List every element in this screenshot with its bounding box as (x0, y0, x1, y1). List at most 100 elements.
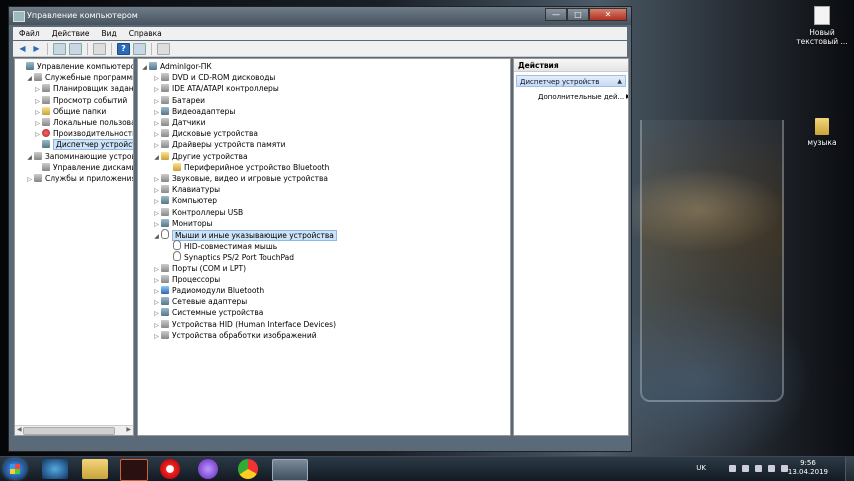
tool-device-icon (161, 129, 169, 138)
help-icon[interactable]: ? (117, 42, 130, 55)
device-tree-item[interactable]: ▷ Компьютер (153, 195, 217, 206)
device-tree-item[interactable]: ▷ Устройства HID (Human Interface Devices… (153, 319, 336, 330)
scroll-right-arrow-icon[interactable]: ▶ (126, 426, 131, 433)
console-tree-item[interactable]: Диспетчер устройств (34, 139, 133, 151)
comp-device-icon (149, 62, 157, 70)
scrollbar-thumb[interactable] (23, 427, 115, 435)
console-tree-item[interactable]: ◢ Запоминающие устройст (26, 151, 133, 163)
volume-icon[interactable] (755, 465, 762, 472)
music-folder-label: музыка (807, 138, 837, 147)
device-tree-item[interactable]: ▷ Контроллеры USB (153, 207, 243, 218)
device-tree-item[interactable]: ▷ Мониторы (153, 218, 212, 229)
console-tree-label: Запоминающие устройст (45, 151, 133, 161)
device-tree-item[interactable]: ▷ DVD и CD-ROM дисководы (153, 72, 275, 83)
console-tree-item[interactable]: Управление компьютером (л (18, 61, 133, 72)
up-folder-icon[interactable] (53, 42, 66, 55)
expand-arrow-icon[interactable]: ◢ (26, 152, 33, 163)
device-tree-item[interactable]: ▷ Сетевые адаптеры (153, 296, 247, 307)
console-tree-item[interactable]: ▷Планировщик заданий (34, 83, 134, 94)
console-tree-item[interactable]: ▷ Службы и приложения (26, 173, 133, 185)
device-tree-item[interactable]: ▷ Устройства обработки изображений (153, 330, 317, 341)
close-button[interactable]: ✕ (589, 8, 627, 21)
device-tree-item[interactable]: ▷ Порты (COM и LPT) (153, 263, 246, 274)
flag-icon[interactable] (768, 465, 775, 472)
yel-device-icon (42, 106, 50, 115)
device-tree-item[interactable]: ◢ Другие устройства (153, 151, 248, 162)
device-tree-label: Батареи (172, 95, 205, 105)
device-tree-item[interactable]: Synaptics PS/2 Port TouchPad (165, 251, 294, 262)
expand-arrow-icon[interactable]: ◢ (153, 231, 160, 242)
app-icon (13, 11, 25, 22)
desktop-icon-text-file[interactable]: Новый текстовый ... (792, 6, 852, 46)
device-tree-item[interactable]: HID-совместимая мышь (165, 240, 277, 251)
device-tree-label: Мониторы (172, 218, 213, 228)
titlebar[interactable]: Управление компьютером — □ ✕ (9, 7, 631, 25)
device-tree-item[interactable]: ▷ Радиомодули Bluetooth (153, 285, 264, 296)
show-hide-tree-icon[interactable] (69, 42, 82, 55)
app-orange-icon[interactable] (120, 459, 148, 481)
device-tree-item[interactable]: ▷ Драйверы устройств памяти (153, 139, 286, 150)
device-tree-item[interactable]: ▷ Батареи (153, 95, 205, 106)
console-tree-item[interactable]: ▷ Производительность (34, 128, 133, 139)
expand-arrow-icon[interactable]: ▷ (153, 331, 160, 342)
more-actions-item[interactable]: Дополнительные дей... ▶ (538, 93, 628, 101)
tool-device-icon (42, 84, 50, 93)
clock[interactable]: 9:56 13.04.2019 (788, 459, 828, 477)
collapse-arrow-icon[interactable]: ▲ (617, 76, 622, 88)
toolbar-separator (87, 42, 88, 55)
comp-device-icon (42, 140, 50, 149)
device-tree-item[interactable]: ▷ IDE ATA/ATAPI контроллеры (153, 83, 279, 94)
scroll-left-arrow-icon[interactable]: ◀ (17, 426, 22, 433)
console-tree-label: Планировщик заданий (53, 84, 134, 94)
console-tree-item[interactable]: Управление дисками (34, 162, 133, 173)
device-tree-item[interactable]: ▷ Процессоры (153, 274, 220, 285)
menu-view[interactable]: Вид (95, 27, 122, 40)
menu-file[interactable]: Файл (13, 27, 46, 40)
update-driver-icon[interactable] (157, 42, 170, 55)
menu-help[interactable]: Справка (123, 27, 168, 40)
tool-device-icon (34, 73, 42, 82)
console-tree-item[interactable]: ▷ Общие папки (34, 106, 106, 117)
internet-explorer-icon[interactable] (42, 459, 68, 479)
yel-device-icon (161, 151, 169, 160)
device-tree-item[interactable]: ◢ Мыши и иные указывающие устройства (153, 229, 337, 242)
console-tree-item[interactable]: ▷ Просмотр событий (34, 95, 127, 106)
start-button[interactable] (4, 459, 26, 479)
computer-management-taskbar-button[interactable] (272, 459, 308, 481)
device-tree-item[interactable]: ▷ Звуковые, видео и игровые устройства (153, 173, 328, 184)
device-tree-item[interactable]: ▷ Видеоадаптеры (153, 106, 235, 117)
console-tree-item[interactable]: ▷Локальные пользовате (34, 117, 133, 128)
device-tree-label: Процессоры (172, 274, 221, 284)
minimize-button[interactable]: — (545, 8, 567, 21)
explorer-folder-icon[interactable] (82, 459, 108, 479)
device-tree-item[interactable]: ▷ Системные устройства (153, 307, 263, 318)
opera-icon[interactable] (160, 459, 180, 479)
forward-arrow-icon[interactable]: ▶ (31, 44, 42, 54)
back-arrow-icon[interactable]: ◀ (17, 44, 28, 54)
tool-device-icon (161, 73, 169, 82)
device-tree-item[interactable]: ▷ Датчики (153, 117, 206, 128)
device-tree-item[interactable]: ▷ Клавиатуры (153, 184, 220, 195)
console-tree-item[interactable]: ◢ Служебные программы (26, 72, 133, 84)
device-tree-label: Драйверы устройств памяти (172, 140, 286, 150)
expand-arrow-icon[interactable]: ◢ (153, 152, 160, 163)
properties-icon[interactable] (93, 42, 106, 55)
actions-section-device-manager[interactable]: Диспетчер устройств ▲ (516, 75, 626, 87)
desktop-icon-music-folder[interactable]: музыка (792, 118, 852, 147)
language-indicator[interactable]: UK (696, 464, 706, 472)
maximize-button[interactable]: □ (567, 8, 589, 21)
expand-arrow-icon[interactable]: ◢ (141, 62, 148, 73)
scan-hardware-icon[interactable] (133, 42, 146, 55)
device-tree-item[interactable]: Периферийное устройство Bluetooth (165, 162, 329, 173)
left-pane-scrollbar[interactable]: ◀ ▶ (15, 425, 133, 435)
chrome-icon[interactable] (238, 459, 258, 479)
viber-icon[interactable] (198, 459, 218, 479)
device-tree-item[interactable]: ◢ AdminIgor-ПК (141, 61, 212, 72)
network-icon[interactable] (742, 465, 749, 472)
tray-arrow-icon[interactable] (729, 465, 736, 472)
expand-arrow-icon[interactable]: ◢ (26, 73, 33, 84)
device-tree-item[interactable]: ▷ Дисковые устройства (153, 128, 258, 139)
expand-arrow-icon[interactable]: ▷ (26, 174, 33, 185)
menu-action[interactable]: Действие (46, 27, 96, 40)
show-desktop-button[interactable] (845, 457, 854, 481)
